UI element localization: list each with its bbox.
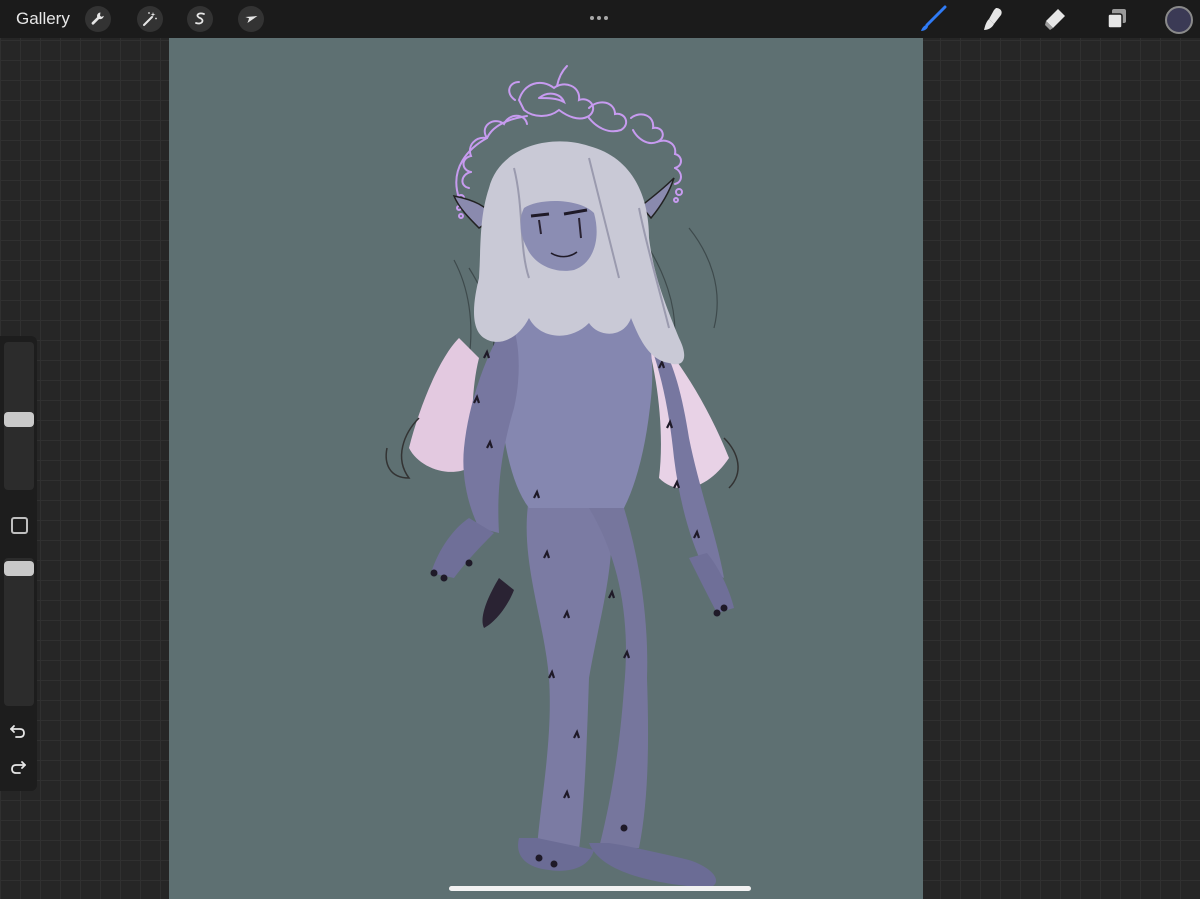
brush-tool-button[interactable] — [918, 4, 948, 34]
brush-size-thumb[interactable] — [4, 412, 34, 427]
drawing-canvas[interactable] — [169, 38, 923, 899]
eraser-icon — [1045, 9, 1065, 30]
adjustments-button[interactable] — [137, 6, 163, 32]
artwork-illustration — [169, 38, 923, 899]
redo-button[interactable] — [8, 757, 28, 777]
opacity-thumb[interactable] — [4, 561, 34, 576]
redo-icon — [11, 761, 26, 774]
undo-button[interactable] — [8, 721, 28, 741]
layers-icon — [1107, 9, 1126, 29]
left-sidebar — [0, 336, 37, 791]
transform-button[interactable] — [238, 6, 264, 32]
modify-button[interactable] — [11, 517, 28, 534]
smudge-tool-button[interactable] — [979, 4, 1009, 34]
selection-s-icon — [195, 12, 205, 25]
gallery-button[interactable]: Gallery — [16, 9, 70, 29]
layers-button[interactable] — [1102, 4, 1132, 34]
wrench-icon — [91, 12, 104, 25]
color-picker-button[interactable] — [1165, 6, 1193, 34]
magic-wand-icon — [143, 12, 157, 26]
home-indicator[interactable] — [449, 886, 751, 891]
ellipsis-icon — [590, 16, 608, 20]
smudge-icon — [984, 8, 1002, 30]
selection-button[interactable] — [187, 6, 213, 32]
arrow-cursor-icon — [245, 16, 258, 24]
more-options-button[interactable] — [588, 6, 610, 29]
top-toolbar: Gallery — [0, 0, 1200, 38]
eraser-tool-button[interactable] — [1040, 4, 1070, 34]
undo-icon — [10, 725, 25, 738]
actions-button[interactable] — [85, 6, 111, 32]
brush-icon — [921, 5, 947, 31]
opacity-slider[interactable] — [4, 558, 34, 706]
